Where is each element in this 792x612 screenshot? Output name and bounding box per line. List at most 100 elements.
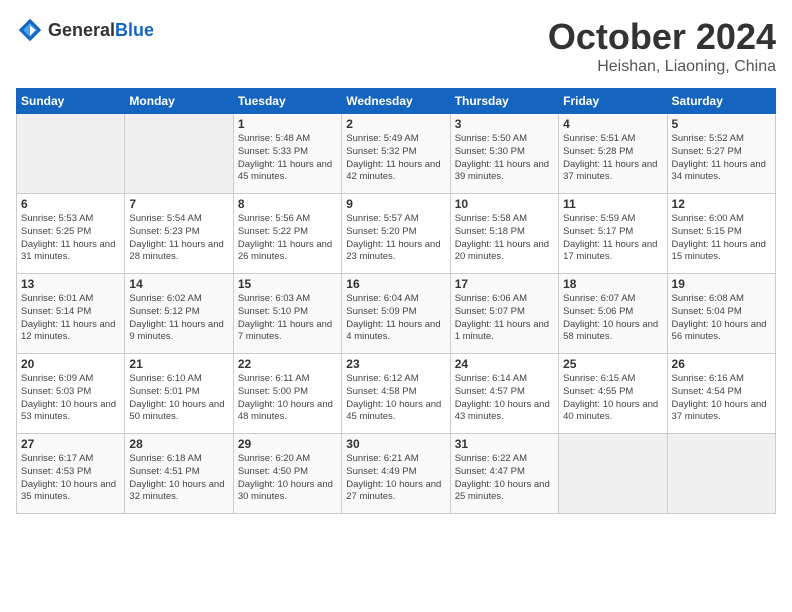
calendar-cell: 14 Sunrise: 6:02 AM Sunset: 5:12 PM Dayli… (125, 274, 233, 354)
calendar-cell: 10 Sunrise: 5:58 AM Sunset: 5:18 PM Dayli… (450, 194, 558, 274)
day-number: 5 (672, 117, 771, 131)
week-row-5: 27 Sunrise: 6:17 AM Sunset: 4:53 PM Dayli… (17, 434, 776, 514)
day-number: 25 (563, 357, 662, 371)
calendar-cell: 15 Sunrise: 6:03 AM Sunset: 5:10 PM Dayli… (233, 274, 341, 354)
calendar-cell: 31 Sunrise: 6:22 AM Sunset: 4:47 PM Dayli… (450, 434, 558, 514)
day-number: 26 (672, 357, 771, 371)
calendar-cell: 2 Sunrise: 5:49 AM Sunset: 5:32 PM Daylig… (342, 114, 450, 194)
day-number: 21 (129, 357, 228, 371)
calendar-cell: 30 Sunrise: 6:21 AM Sunset: 4:49 PM Dayli… (342, 434, 450, 514)
day-detail: Sunrise: 6:16 AM Sunset: 4:54 PM Dayligh… (672, 373, 771, 424)
day-number: 30 (346, 437, 445, 451)
weekday-header-sunday: Sunday (17, 89, 125, 114)
calendar-cell: 4 Sunrise: 5:51 AM Sunset: 5:28 PM Daylig… (559, 114, 667, 194)
day-detail: Sunrise: 6:07 AM Sunset: 5:06 PM Dayligh… (563, 293, 662, 344)
day-number: 7 (129, 197, 228, 211)
day-detail: Sunrise: 6:03 AM Sunset: 5:10 PM Dayligh… (238, 293, 337, 344)
calendar-cell: 19Sunrise: 6:08 AM Sunset: 5:04 PM Dayli… (667, 274, 775, 354)
day-detail: Sunrise: 6:22 AM Sunset: 4:47 PM Dayligh… (455, 453, 554, 504)
calendar-cell: 1 Sunrise: 5:48 AM Sunset: 5:33 PM Daylig… (233, 114, 341, 194)
day-detail: Sunrise: 5:54 AM Sunset: 5:23 PM Dayligh… (129, 213, 228, 264)
day-detail: Sunrise: 6:15 AM Sunset: 4:55 PM Dayligh… (563, 373, 662, 424)
calendar-cell: 6 Sunrise: 5:53 AM Sunset: 5:25 PM Daylig… (17, 194, 125, 274)
calendar-cell: 11 Sunrise: 5:59 AM Sunset: 5:17 PM Dayli… (559, 194, 667, 274)
day-number: 10 (455, 197, 554, 211)
page-header: GeneralBlue October 2024 Heishan, Liaoni… (16, 16, 776, 76)
weekday-header-row: SundayMondayTuesdayWednesdayThursdayFrid… (17, 89, 776, 114)
calendar-cell: 8Sunrise: 5:56 AM Sunset: 5:22 PM Daylig… (233, 194, 341, 274)
day-number: 20 (21, 357, 120, 371)
day-detail: Sunrise: 6:06 AM Sunset: 5:07 PM Dayligh… (455, 293, 554, 344)
day-detail: Sunrise: 5:51 AM Sunset: 5:28 PM Dayligh… (563, 133, 662, 184)
calendar-cell: 20 Sunrise: 6:09 AM Sunset: 5:03 PM Dayli… (17, 354, 125, 434)
weekday-header-saturday: Saturday (667, 89, 775, 114)
day-detail: Sunrise: 6:14 AM Sunset: 4:57 PM Dayligh… (455, 373, 554, 424)
week-row-3: 13Sunrise: 6:01 AM Sunset: 5:14 PM Dayli… (17, 274, 776, 354)
day-number: 14 (129, 277, 228, 291)
week-row-2: 6 Sunrise: 5:53 AM Sunset: 5:25 PM Daylig… (17, 194, 776, 274)
logo-text-blue: Blue (115, 20, 154, 40)
day-number: 31 (455, 437, 554, 451)
calendar-cell: 17 Sunrise: 6:06 AM Sunset: 5:07 PM Dayli… (450, 274, 558, 354)
weekday-header-friday: Friday (559, 89, 667, 114)
calendar-cell: 29Sunrise: 6:20 AM Sunset: 4:50 PM Dayli… (233, 434, 341, 514)
calendar-cell (17, 114, 125, 194)
day-detail: Sunrise: 6:09 AM Sunset: 5:03 PM Dayligh… (21, 373, 120, 424)
location-title: Heishan, Liaoning, China (548, 58, 776, 76)
calendar-cell: 5Sunrise: 5:52 AM Sunset: 5:27 PM Daylig… (667, 114, 775, 194)
weekday-header-wednesday: Wednesday (342, 89, 450, 114)
weekday-header-thursday: Thursday (450, 89, 558, 114)
day-number: 15 (238, 277, 337, 291)
day-number: 27 (21, 437, 120, 451)
day-detail: Sunrise: 5:50 AM Sunset: 5:30 PM Dayligh… (455, 133, 554, 184)
day-detail: Sunrise: 6:11 AM Sunset: 5:00 PM Dayligh… (238, 373, 337, 424)
calendar-cell: 22Sunrise: 6:11 AM Sunset: 5:00 PM Dayli… (233, 354, 341, 434)
day-number: 3 (455, 117, 554, 131)
day-number: 9 (346, 197, 445, 211)
calendar-table: SundayMondayTuesdayWednesdayThursdayFrid… (16, 88, 776, 514)
day-number: 29 (238, 437, 337, 451)
logo-text-general: General (48, 20, 115, 40)
day-detail: Sunrise: 6:02 AM Sunset: 5:12 PM Dayligh… (129, 293, 228, 344)
weekday-header-tuesday: Tuesday (233, 89, 341, 114)
logo: GeneralBlue (16, 16, 154, 44)
day-number: 6 (21, 197, 120, 211)
day-detail: Sunrise: 5:49 AM Sunset: 5:32 PM Dayligh… (346, 133, 445, 184)
day-detail: Sunrise: 5:58 AM Sunset: 5:18 PM Dayligh… (455, 213, 554, 264)
day-number: 11 (563, 197, 662, 211)
day-detail: Sunrise: 6:21 AM Sunset: 4:49 PM Dayligh… (346, 453, 445, 504)
day-number: 18 (563, 277, 662, 291)
calendar-cell (559, 434, 667, 514)
day-detail: Sunrise: 5:48 AM Sunset: 5:33 PM Dayligh… (238, 133, 337, 184)
day-detail: Sunrise: 5:53 AM Sunset: 5:25 PM Dayligh… (21, 213, 120, 264)
calendar-cell: 25 Sunrise: 6:15 AM Sunset: 4:55 PM Dayli… (559, 354, 667, 434)
day-number: 16 (346, 277, 445, 291)
day-detail: Sunrise: 6:12 AM Sunset: 4:58 PM Dayligh… (346, 373, 445, 424)
day-number: 2 (346, 117, 445, 131)
day-detail: Sunrise: 5:59 AM Sunset: 5:17 PM Dayligh… (563, 213, 662, 264)
calendar-cell (125, 114, 233, 194)
calendar-cell: 13Sunrise: 6:01 AM Sunset: 5:14 PM Dayli… (17, 274, 125, 354)
day-number: 1 (238, 117, 337, 131)
day-number: 4 (563, 117, 662, 131)
day-detail: Sunrise: 5:56 AM Sunset: 5:22 PM Dayligh… (238, 213, 337, 264)
day-detail: Sunrise: 6:00 AM Sunset: 5:15 PM Dayligh… (672, 213, 771, 264)
week-row-1: 1 Sunrise: 5:48 AM Sunset: 5:33 PM Daylig… (17, 114, 776, 194)
day-number: 17 (455, 277, 554, 291)
calendar-cell: 21Sunrise: 6:10 AM Sunset: 5:01 PM Dayli… (125, 354, 233, 434)
title-block: October 2024 Heishan, Liaoning, China (548, 16, 776, 76)
day-detail: Sunrise: 5:57 AM Sunset: 5:20 PM Dayligh… (346, 213, 445, 264)
calendar-cell: 24 Sunrise: 6:14 AM Sunset: 4:57 PM Dayli… (450, 354, 558, 434)
week-row-4: 20 Sunrise: 6:09 AM Sunset: 5:03 PM Dayli… (17, 354, 776, 434)
day-number: 19 (672, 277, 771, 291)
month-title: October 2024 (548, 16, 776, 58)
calendar-cell: 23Sunrise: 6:12 AM Sunset: 4:58 PM Dayli… (342, 354, 450, 434)
calendar-cell: 9 Sunrise: 5:57 AM Sunset: 5:20 PM Daylig… (342, 194, 450, 274)
day-number: 24 (455, 357, 554, 371)
day-detail: Sunrise: 6:18 AM Sunset: 4:51 PM Dayligh… (129, 453, 228, 504)
day-detail: Sunrise: 6:17 AM Sunset: 4:53 PM Dayligh… (21, 453, 120, 504)
weekday-header-monday: Monday (125, 89, 233, 114)
day-number: 28 (129, 437, 228, 451)
calendar-cell: 16Sunrise: 6:04 AM Sunset: 5:09 PM Dayli… (342, 274, 450, 354)
calendar-cell: 26 Sunrise: 6:16 AM Sunset: 4:54 PM Dayli… (667, 354, 775, 434)
